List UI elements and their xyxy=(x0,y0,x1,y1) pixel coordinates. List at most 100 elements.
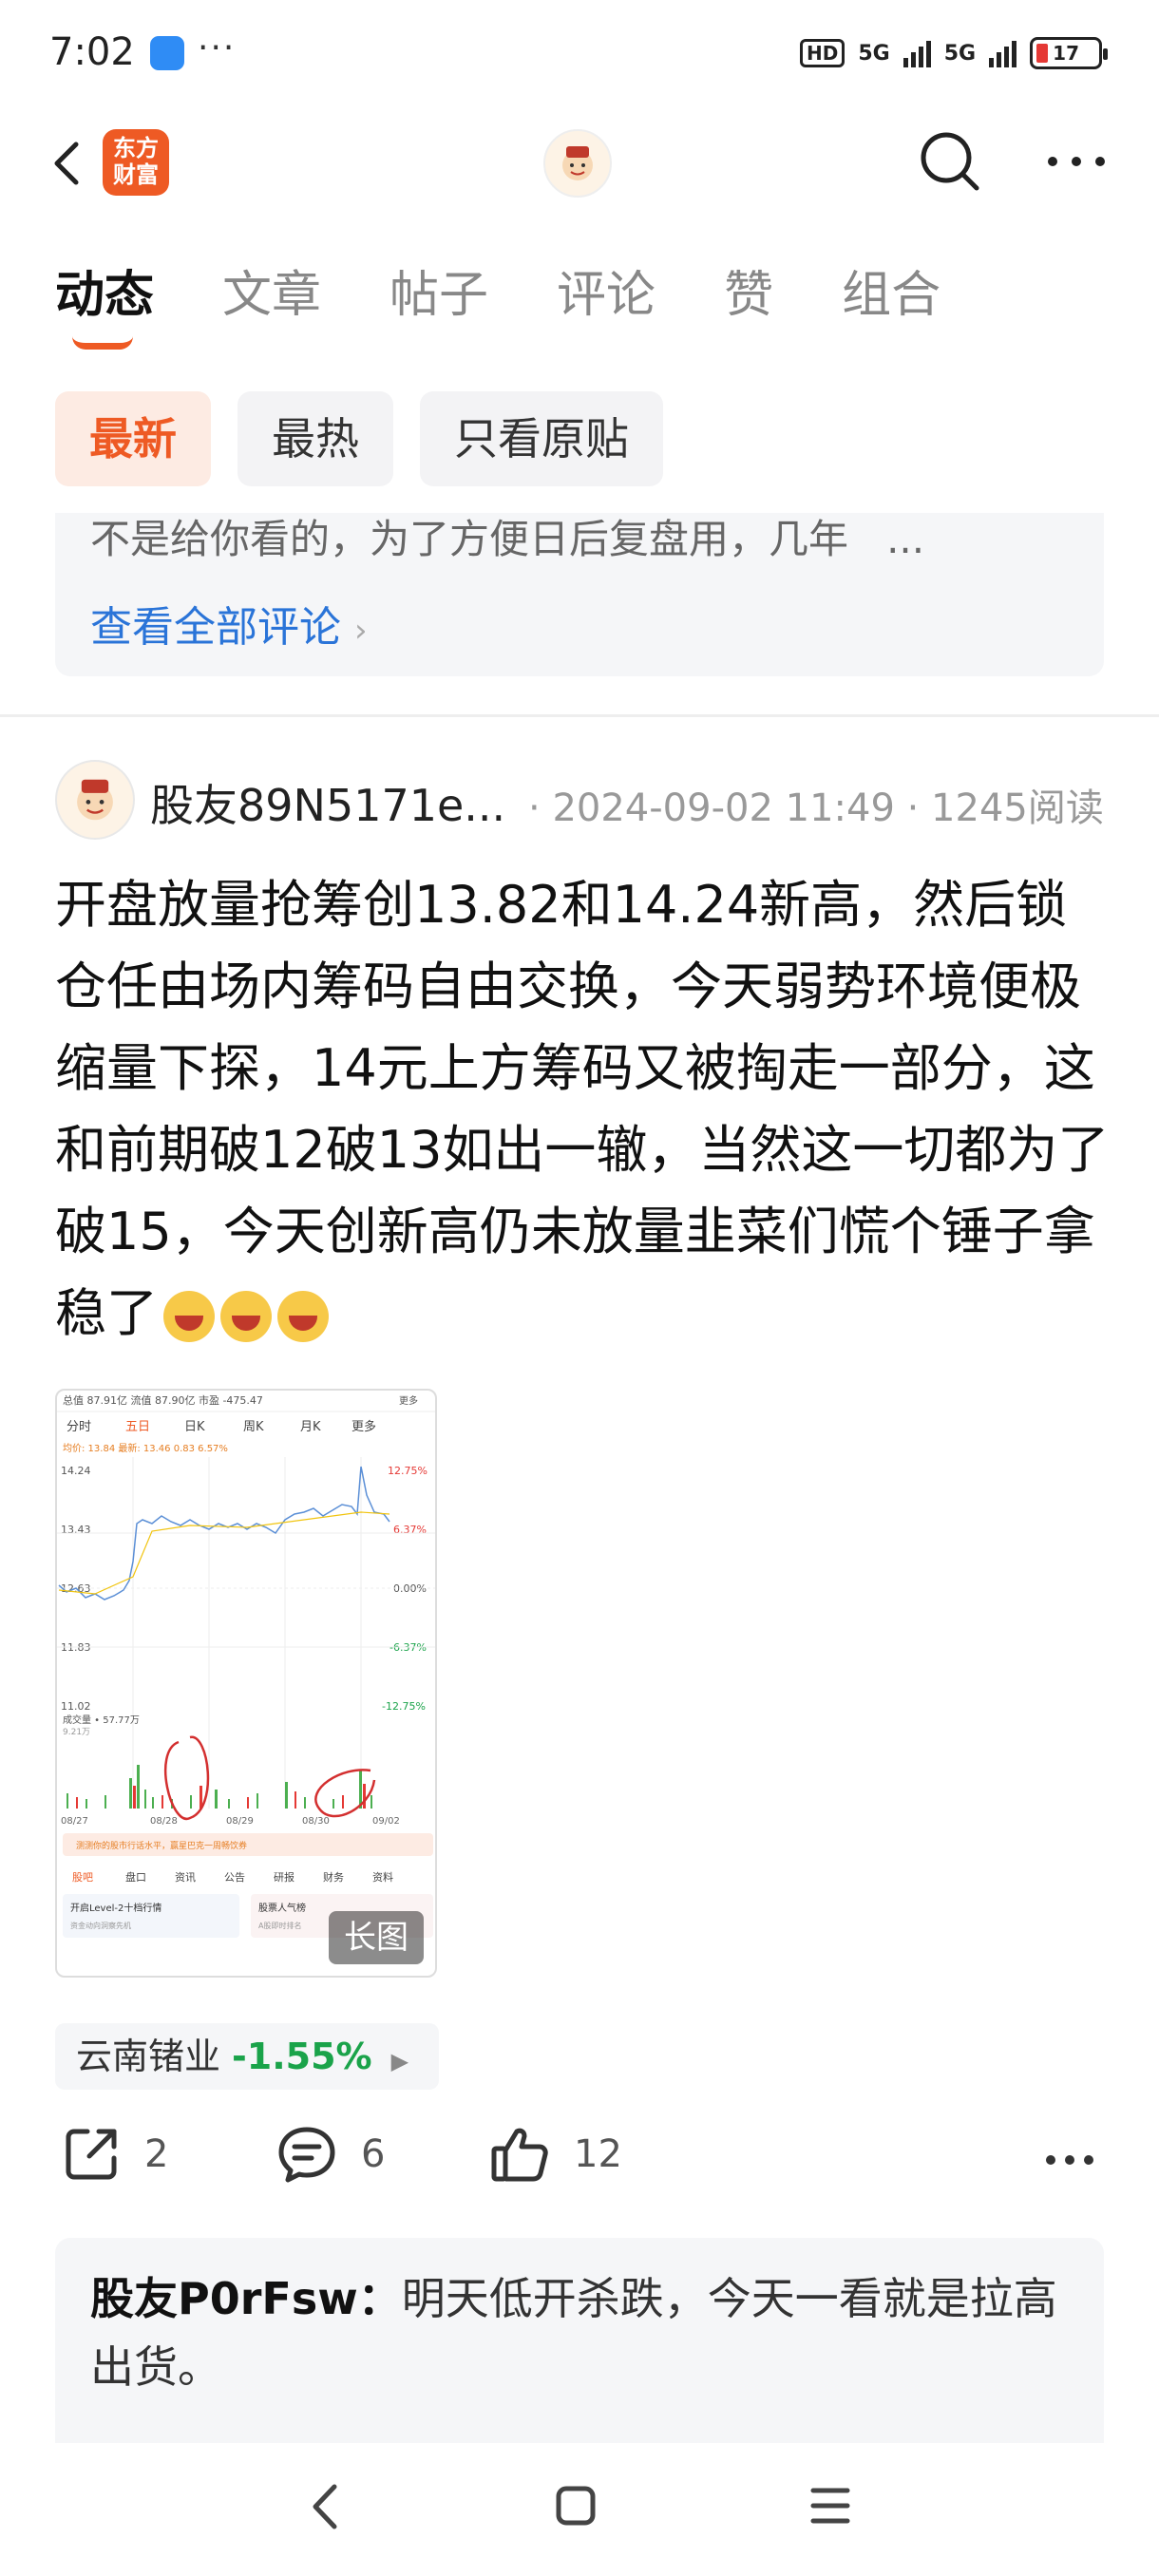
post-image-thumbnail[interactable]: 总值 87.91亿 流值 87.90亿 市盈 -475.47 更多 分时 五日 … xyxy=(55,1389,437,1978)
filter-hottest[interactable]: 最热 xyxy=(238,391,393,486)
chart-promo-1: 开启Level-2十档行情 xyxy=(70,1902,162,1914)
chart-promo-1-sub: 资金动向洞察先机 xyxy=(70,1921,131,1930)
chart-promo-2-sub: A股即时排名 xyxy=(258,1921,301,1930)
post-more-icon[interactable] xyxy=(1043,2150,1096,2169)
profile-tabs: 动态 文章 帖子 评论 赞 组合 xyxy=(55,255,1009,326)
profile-avatar[interactable] xyxy=(543,129,612,198)
nav-back-icon[interactable] xyxy=(306,2481,344,2532)
y-tick-pct: 6.37% xyxy=(393,1524,427,1536)
chart-bottom-tab: 财务 xyxy=(323,1870,344,1884)
avg-line xyxy=(58,1511,390,1595)
status-time: 7:02 xyxy=(49,30,135,74)
chart-banner: 测测你的股市行话水平，赢星巴克一周畅饮券 xyxy=(76,1840,247,1851)
share-count: 2 xyxy=(144,2132,169,2176)
chart-tab: 周K xyxy=(243,1420,264,1434)
view-all-comments-link[interactable]: 查看全部评论 › xyxy=(90,593,368,653)
chart-tab: 日K xyxy=(184,1420,205,1434)
post-meta: · 2024-09-02 11:49 · 1245阅读 xyxy=(528,786,1104,830)
tab-posts[interactable]: 帖子 xyxy=(390,255,488,326)
y-tick-pct: -12.75% xyxy=(382,1700,426,1713)
previous-comment-text: 不是给你看的，为了方便日后复盘用，几年 ... xyxy=(90,516,925,562)
battery-icon: 17 xyxy=(1030,37,1109,69)
laugh-emoji-icon xyxy=(163,1291,215,1343)
tab-likes[interactable]: 赞 xyxy=(724,255,773,326)
system-nav-bar xyxy=(0,2443,1159,2576)
chart-bottom-tab: 资讯 xyxy=(175,1871,196,1884)
y-tick: 11.02 xyxy=(61,1700,91,1713)
y-tick: 13.43 xyxy=(61,1524,91,1536)
tab-comments[interactable]: 评论 xyxy=(557,255,656,326)
post-author-name[interactable]: 股友89N5171e... xyxy=(150,771,511,834)
search-icon[interactable] xyxy=(916,127,984,196)
stock-change: -1.55% xyxy=(232,2036,372,2077)
back-icon[interactable] xyxy=(40,135,97,192)
chart-bottom-tab: 股吧 xyxy=(72,1871,93,1884)
comment-count: 6 xyxy=(361,2132,386,2176)
chart-tab: 分时 xyxy=(66,1420,91,1434)
chart-bottom-tab: 研报 xyxy=(274,1870,294,1884)
post-datetime: 2024-09-02 11:49 xyxy=(552,786,895,830)
y-tick: 14.24 xyxy=(61,1465,91,1477)
laugh-emoji-icon xyxy=(277,1291,329,1343)
laugh-emoji-icon xyxy=(220,1291,272,1343)
tab-portfolio[interactable]: 组合 xyxy=(842,255,940,326)
fortune-god-icon xyxy=(562,146,593,180)
chart-more: 更多 xyxy=(399,1394,418,1407)
share-button[interactable]: 2 xyxy=(61,2124,168,2185)
reply-preview[interactable]: 股友P0rFsw：明天低开杀跌，今天一看就是拉高出货。 xyxy=(90,2264,1078,2401)
chevron-right-icon: ▶ xyxy=(390,2048,409,2074)
share-icon xyxy=(66,2129,117,2180)
signal-bars-icon xyxy=(902,39,931,67)
fortune-god-icon xyxy=(77,779,113,821)
chart-bottom-tab: 资料 xyxy=(372,1870,393,1884)
chart-tab: 更多 xyxy=(352,1419,376,1434)
reply-user: 股友P0rFsw： xyxy=(90,2273,402,2324)
chart-bottom-tab: 盘口 xyxy=(125,1870,146,1884)
post-read-count: 1245阅读 xyxy=(931,786,1104,830)
x-tick: 08/27 xyxy=(61,1816,88,1827)
post-author-avatar[interactable] xyxy=(55,760,135,840)
stock-chart-screenshot: 总值 87.91亿 流值 87.90亿 市盈 -475.47 更多 分时 五日 … xyxy=(57,1393,435,1938)
tab-dynamic[interactable]: 动态 xyxy=(55,255,154,326)
signal-5g-label: 5G xyxy=(858,41,890,66)
status-bar: 7:02 ··· HD 5G 5G 17 xyxy=(0,0,1159,104)
chart-header: 总值 87.91亿 流值 87.90亿 市盈 -475.47 xyxy=(63,1393,263,1407)
signal-bars-icon-2 xyxy=(989,39,1017,67)
like-button[interactable]: 12 xyxy=(488,2124,622,2185)
chart-promo-2: 股票人气榜 xyxy=(258,1902,306,1914)
nav-home-icon[interactable] xyxy=(555,2485,597,2527)
chart-price-info: 均价: 13.84 最新: 13.46 0.83 6.57% xyxy=(63,1442,228,1454)
x-tick: 09/02 xyxy=(372,1816,400,1827)
more-options-icon[interactable] xyxy=(1043,142,1110,180)
x-tick: 08/28 xyxy=(150,1816,178,1827)
volume-label: 成交量 • 57.77万 xyxy=(63,1714,140,1726)
chart-tab: 月K xyxy=(300,1420,321,1434)
status-indicators: HD 5G 5G 17 xyxy=(800,34,1109,72)
post-divider xyxy=(0,714,1159,717)
app-logo: 东方 财富 xyxy=(103,129,169,196)
post-actions: 2 6 12 xyxy=(55,2124,1110,2209)
more-notifications-icon: ··· xyxy=(198,28,237,67)
x-tick: 08/29 xyxy=(226,1816,254,1827)
volume-max: 9.21万 xyxy=(63,1728,90,1737)
stock-tag[interactable]: 云南锗业 -1.55% ▶ xyxy=(55,2023,439,2090)
post-body[interactable]: 开盘放量抢筹创13.82和14.24新高，然后锁仓任由场内筹码自由交换，今天弱势… xyxy=(55,864,1112,1354)
long-image-badge: 长图 xyxy=(329,1911,424,1964)
comment-button[interactable]: 6 xyxy=(276,2124,385,2185)
like-count: 12 xyxy=(574,2132,622,2176)
stock-name: 云南锗业 xyxy=(76,2036,221,2077)
signal-5g-label-2: 5G xyxy=(943,41,977,66)
tab-articles[interactable]: 文章 xyxy=(222,255,321,326)
chart-bottom-tab: 公告 xyxy=(224,1871,245,1884)
filter-latest[interactable]: 最新 xyxy=(55,391,211,486)
notification-app-icon xyxy=(150,36,184,70)
x-tick: 08/30 xyxy=(302,1816,330,1827)
y-tick-pct: 0.00% xyxy=(393,1582,427,1595)
y-tick-pct: 12.75% xyxy=(388,1465,428,1477)
thumbs-up-icon xyxy=(491,2128,548,2182)
active-tab-indicator xyxy=(72,336,133,350)
chart-tab: 五日 xyxy=(125,1420,150,1434)
hd-icon: HD xyxy=(800,39,846,67)
nav-menu-icon[interactable] xyxy=(809,2485,851,2527)
filter-original-only[interactable]: 只看原贴 xyxy=(420,391,663,486)
